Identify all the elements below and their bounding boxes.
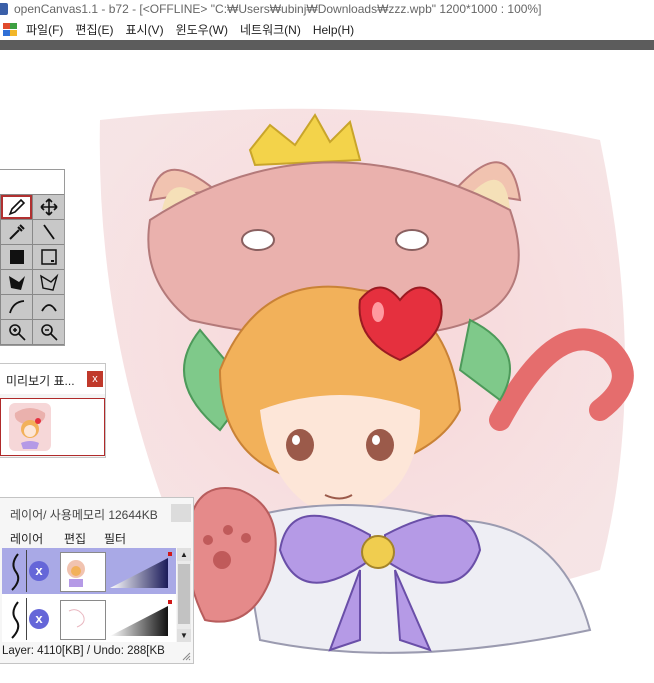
eyedropper-tool[interactable]	[1, 220, 32, 244]
window-title: openCanvas1.1 - b72 - [<OFFLINE> "C:₩Use…	[14, 2, 542, 16]
zoom-out-icon	[40, 324, 58, 341]
layer-list: x x	[2, 548, 176, 642]
arc-icon	[40, 304, 57, 312]
rect-select-icon	[40, 249, 57, 265]
rect-select-tool[interactable]	[33, 245, 64, 269]
poly-select-icon	[39, 273, 58, 291]
menu-network[interactable]: 네트워크(N)	[240, 21, 301, 39]
layer-visibility-icon[interactable]	[4, 598, 27, 640]
eyedropper-icon	[8, 224, 25, 240]
line-icon	[42, 224, 55, 240]
preview-panel-titlebar[interactable]: 미리보기 표... x	[0, 364, 105, 394]
toolbar-strip	[0, 40, 654, 50]
menu-help[interactable]: Help(H)	[313, 21, 354, 39]
layer-row[interactable]: x	[2, 596, 176, 642]
layer-panel-close-button[interactable]	[171, 504, 191, 522]
preview-thumbnail[interactable]	[0, 398, 105, 456]
pen-tool[interactable]	[1, 195, 32, 219]
system-menu-icon[interactable]	[3, 23, 17, 36]
tab-edit[interactable]: 편집	[64, 530, 86, 547]
scroll-down-icon[interactable]: ▼	[177, 629, 191, 642]
curve-icon	[8, 300, 24, 314]
tab-filter[interactable]: 필터	[104, 530, 126, 547]
layer-active-marker	[168, 552, 172, 556]
preview-panel: 미리보기 표... x	[0, 363, 106, 458]
resize-grip-icon[interactable]	[181, 651, 191, 661]
scroll-thumb[interactable]	[178, 564, 190, 624]
zoom-out-tool[interactable]	[33, 320, 64, 344]
menu-window[interactable]: 윈도우(W)	[176, 21, 228, 39]
line-tool[interactable]	[33, 220, 64, 244]
layer-panel-title: 레이어/ 사용메모리 12644KB	[10, 508, 158, 522]
layer-opacity-gradient[interactable]	[110, 606, 168, 636]
fill-rect-icon	[9, 250, 24, 264]
preview-close-button[interactable]: x	[87, 371, 103, 387]
preview-panel-title: 미리보기 표...	[6, 374, 75, 388]
fill-poly-tool[interactable]	[1, 270, 32, 294]
preview-thumbnail-image	[9, 403, 51, 451]
layer-memory-status: Layer: 4110[KB] / Undo: 288[KB	[2, 645, 165, 657]
poly-select-tool[interactable]	[33, 270, 64, 294]
menu-file[interactable]: 파일(F)	[26, 21, 63, 39]
layer-lock-icon[interactable]: x	[29, 561, 49, 581]
title-bar: openCanvas1.1 - b72 - [<OFFLINE> "C:₩Use…	[0, 0, 654, 20]
zoom-in-tool[interactable]	[1, 320, 32, 344]
layer-thumbnail	[60, 552, 106, 592]
layer-row[interactable]: x	[2, 548, 176, 594]
fill-rect-tool[interactable]	[1, 245, 32, 269]
layer-thumbnail	[60, 600, 106, 640]
layer-opacity-gradient[interactable]	[110, 558, 168, 588]
menu-view[interactable]: 표시(V)	[125, 21, 163, 39]
layer-panel: 레이어/ 사용메모리 12644KB 레이어 편집 필터 x x ▲ ▼ Lay…	[0, 497, 194, 664]
layer-lock-icon[interactable]: x	[29, 609, 49, 629]
layer-visibility-icon[interactable]	[4, 550, 27, 592]
zoom-in-icon	[8, 324, 26, 341]
fill-poly-icon	[8, 276, 25, 290]
move-icon	[39, 198, 58, 216]
tool-palette	[0, 169, 65, 346]
menu-bar: 파일(F) 편집(E) 표시(V) 윈도우(W) 네트워크(N) Help(H)	[0, 20, 654, 40]
tab-layer[interactable]: 레이어	[10, 530, 43, 547]
layer-scrollbar[interactable]: ▲ ▼	[177, 548, 191, 642]
app-icon	[0, 3, 8, 15]
menu-edit[interactable]: 편집(E)	[75, 21, 113, 39]
layer-panel-titlebar[interactable]: 레이어/ 사용메모리 12644KB	[0, 498, 193, 526]
pen-icon	[8, 198, 25, 216]
scroll-up-icon[interactable]: ▲	[177, 548, 191, 561]
layer-active-marker	[168, 600, 172, 604]
curve-tool[interactable]	[1, 295, 32, 319]
move-tool[interactable]	[33, 195, 64, 219]
arc-tool[interactable]	[33, 295, 64, 319]
tool-palette-titlebar[interactable]	[0, 170, 64, 194]
